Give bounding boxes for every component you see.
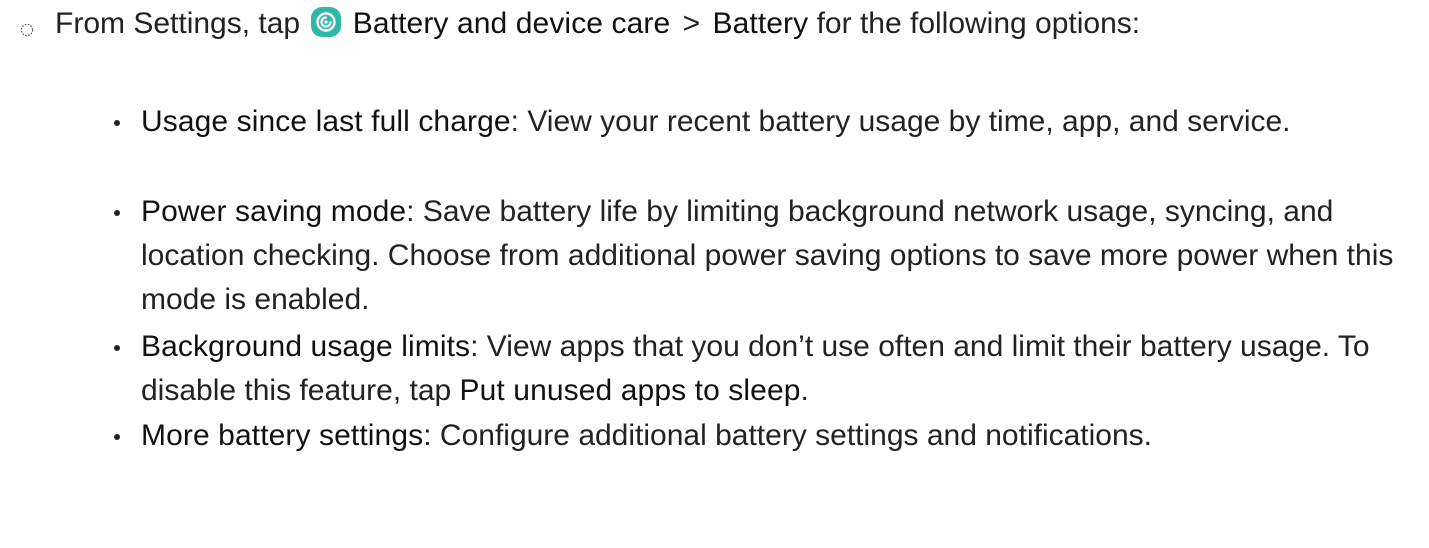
step-circle-icon [20, 23, 34, 37]
list-item: Usage since last full charge: View your … [114, 100, 1414, 144]
option-description: : Configure additional battery settings … [423, 419, 1153, 452]
list-item: Power saving mode: Save battery life by … [114, 190, 1414, 322]
list-item: Background usage limits: View apps that … [114, 325, 1414, 413]
list-item: More battery settings: Configure additio… [114, 414, 1414, 458]
option-title: Background usage limits [141, 330, 471, 363]
bullet-icon [114, 210, 120, 216]
bullet-icon [114, 345, 120, 351]
battery-device-care-icon [311, 7, 342, 37]
bullet-icon [114, 120, 120, 126]
put-unused-apps-to-sleep-label: Put unused apps to sleep [459, 374, 801, 407]
option-end: . [800, 374, 809, 407]
step-prefix: From Settings, tap [55, 7, 301, 40]
bullet-icon [114, 434, 120, 440]
app-name-label: Battery and device care [352, 7, 671, 40]
option-description: : View your recent battery usage by time… [510, 105, 1291, 138]
step-suffix: for the following options: [816, 7, 1141, 40]
battery-target-label: Battery [712, 7, 809, 40]
option-title: Power saving mode [141, 195, 407, 228]
instruction-document: From Settings, tap Battery and device ca… [0, 0, 1429, 548]
path-separator: > [682, 7, 701, 40]
step-instruction: From Settings, tap Battery and device ca… [0, 2, 1429, 46]
option-title: Usage since last full charge [141, 105, 511, 138]
step-text: From Settings, tap Battery and device ca… [55, 2, 1355, 46]
option-title: More battery settings [141, 419, 424, 452]
